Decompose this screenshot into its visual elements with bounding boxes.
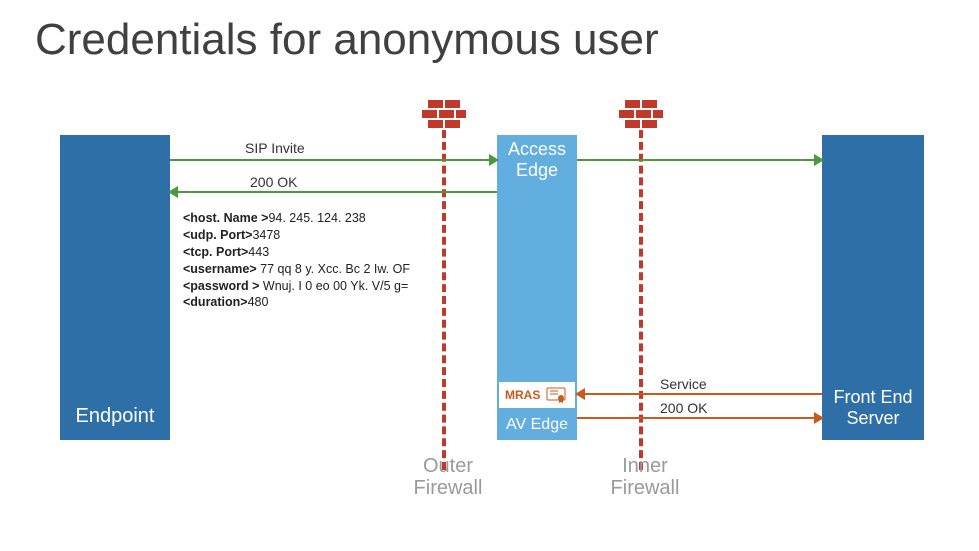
credentials-diagram: Endpoint Access Edge MRAS AV Edge Front … <box>0 0 979 551</box>
front-end-label: Front End Server <box>833 387 912 430</box>
cred-username: <username> 77 qq 8 y. Xcc. Bc 2 Iw. OF <box>183 261 410 278</box>
mras-label: MRAS <box>505 388 540 402</box>
sip-invite-label: SIP Invite <box>245 140 305 156</box>
inner-firewall <box>625 100 657 130</box>
outer-firewall-label: Outer Firewall <box>388 455 508 499</box>
ok2-label: 200 OK <box>660 400 707 416</box>
cred-hostname: <host. Name >94. 245. 124. 238 <box>183 210 410 227</box>
cred-tcpport: <tcp. Port>443 <box>183 244 410 261</box>
firewall-icon <box>625 100 657 130</box>
edge-server-box: Access Edge MRAS AV Edge <box>497 135 577 440</box>
outer-firewall <box>428 100 460 130</box>
av-edge-label: AV Edge <box>497 416 577 434</box>
access-edge-label: Access Edge <box>497 139 577 180</box>
cred-duration: <duration>480 <box>183 294 410 311</box>
endpoint-box: Endpoint <box>60 135 170 440</box>
cred-password: <password > Wnuj. I 0 eo 00 Yk. V/5 g= <box>183 278 410 295</box>
certificate-icon <box>546 387 566 403</box>
mras-bar: MRAS <box>499 382 575 408</box>
firewall-icon <box>428 100 460 130</box>
endpoint-label: Endpoint <box>76 405 155 428</box>
credentials-block: <host. Name >94. 245. 124. 238 <udp. Por… <box>183 210 410 311</box>
inner-firewall-label: Inner Firewall <box>585 455 705 499</box>
front-end-server-box: Front End Server <box>822 135 924 440</box>
cred-udpport: <udp. Port>3478 <box>183 227 410 244</box>
service-label: Service <box>660 376 707 392</box>
ok1-label: 200 OK <box>250 174 297 190</box>
